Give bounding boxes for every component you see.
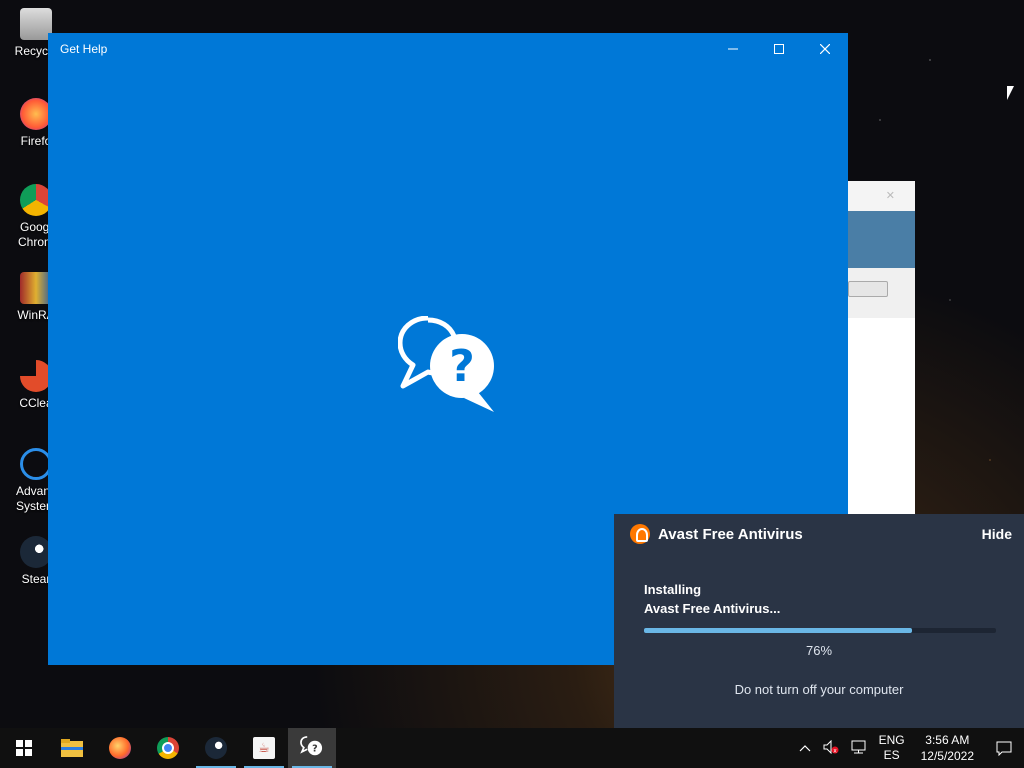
progress-bar-fill [644, 628, 912, 633]
svg-text:x: x [833, 747, 837, 754]
avast-install-panel: Avast Free Antivirus Hide Installing Ava… [614, 514, 1024, 728]
clock[interactable]: 3:56 AM 12/5/2022 [911, 732, 984, 764]
windows-icon [16, 740, 32, 756]
language-primary: ENG [878, 733, 905, 747]
folder-icon [61, 739, 83, 757]
background-window[interactable]: ✕ [848, 181, 915, 514]
svg-text:?: ? [312, 743, 318, 754]
background-window-header [848, 211, 915, 268]
avast-logo-icon [630, 524, 650, 544]
file-explorer-button[interactable] [48, 728, 96, 768]
system-tray: x ENG ES 3:56 AM 12/5/2022 [793, 728, 1024, 768]
window-title: Get Help [60, 42, 108, 56]
minimize-button[interactable] [710, 33, 756, 65]
java-installer-button[interactable]: ☕ [240, 728, 288, 768]
install-status-line2: Avast Free Antivirus... [644, 601, 781, 616]
steam-icon [205, 737, 227, 759]
install-status: Installing Avast Free Antivirus... [644, 580, 780, 618]
background-window-progress-bar [848, 281, 888, 297]
maximize-button[interactable] [756, 33, 802, 65]
show-hidden-icons-button[interactable] [793, 741, 817, 755]
mouse-cursor-icon [1007, 86, 1014, 100]
avast-header: Avast Free Antivirus [630, 524, 803, 544]
chrome-icon [157, 737, 179, 759]
network-icon [851, 740, 866, 753]
background-window-titlebar[interactable]: ✕ [848, 181, 915, 211]
action-center-button[interactable] [984, 728, 1024, 768]
install-status-line1: Installing [644, 582, 702, 597]
volume-button[interactable]: x [817, 739, 845, 757]
notification-icon [996, 741, 1012, 756]
firefox-button[interactable] [96, 728, 144, 768]
speaker-muted-icon: x [823, 739, 839, 754]
close-button[interactable] [802, 33, 848, 65]
svg-text:?: ? [449, 341, 475, 392]
clock-date: 12/5/2022 [920, 749, 974, 763]
maximize-icon [774, 44, 784, 54]
get-help-button[interactable]: ? [288, 728, 336, 768]
progress-bar [644, 628, 996, 633]
language-indicator[interactable]: ENG ES [873, 733, 911, 763]
java-icon: ☕ [253, 737, 275, 759]
get-help-logo-icon: ? [398, 316, 494, 412]
minimize-icon [728, 48, 738, 50]
chevron-up-icon [799, 745, 811, 752]
progress-percent: 76% [805, 643, 833, 658]
window-controls [710, 33, 848, 65]
start-button[interactable] [0, 728, 48, 768]
install-note: Do not turn off your computer [734, 682, 904, 697]
steam-button[interactable] [192, 728, 240, 768]
chrome-button[interactable] [144, 728, 192, 768]
close-icon [820, 44, 830, 54]
avast-title: Avast Free Antivirus [658, 525, 803, 543]
hide-button[interactable]: Hide [982, 526, 1012, 542]
help-icon: ? [300, 736, 323, 756]
clock-time: 3:56 AM [925, 733, 970, 747]
firefox-icon [109, 737, 131, 759]
language-secondary: ES [883, 748, 900, 762]
network-button[interactable] [845, 740, 873, 757]
background-window-content [848, 268, 915, 318]
